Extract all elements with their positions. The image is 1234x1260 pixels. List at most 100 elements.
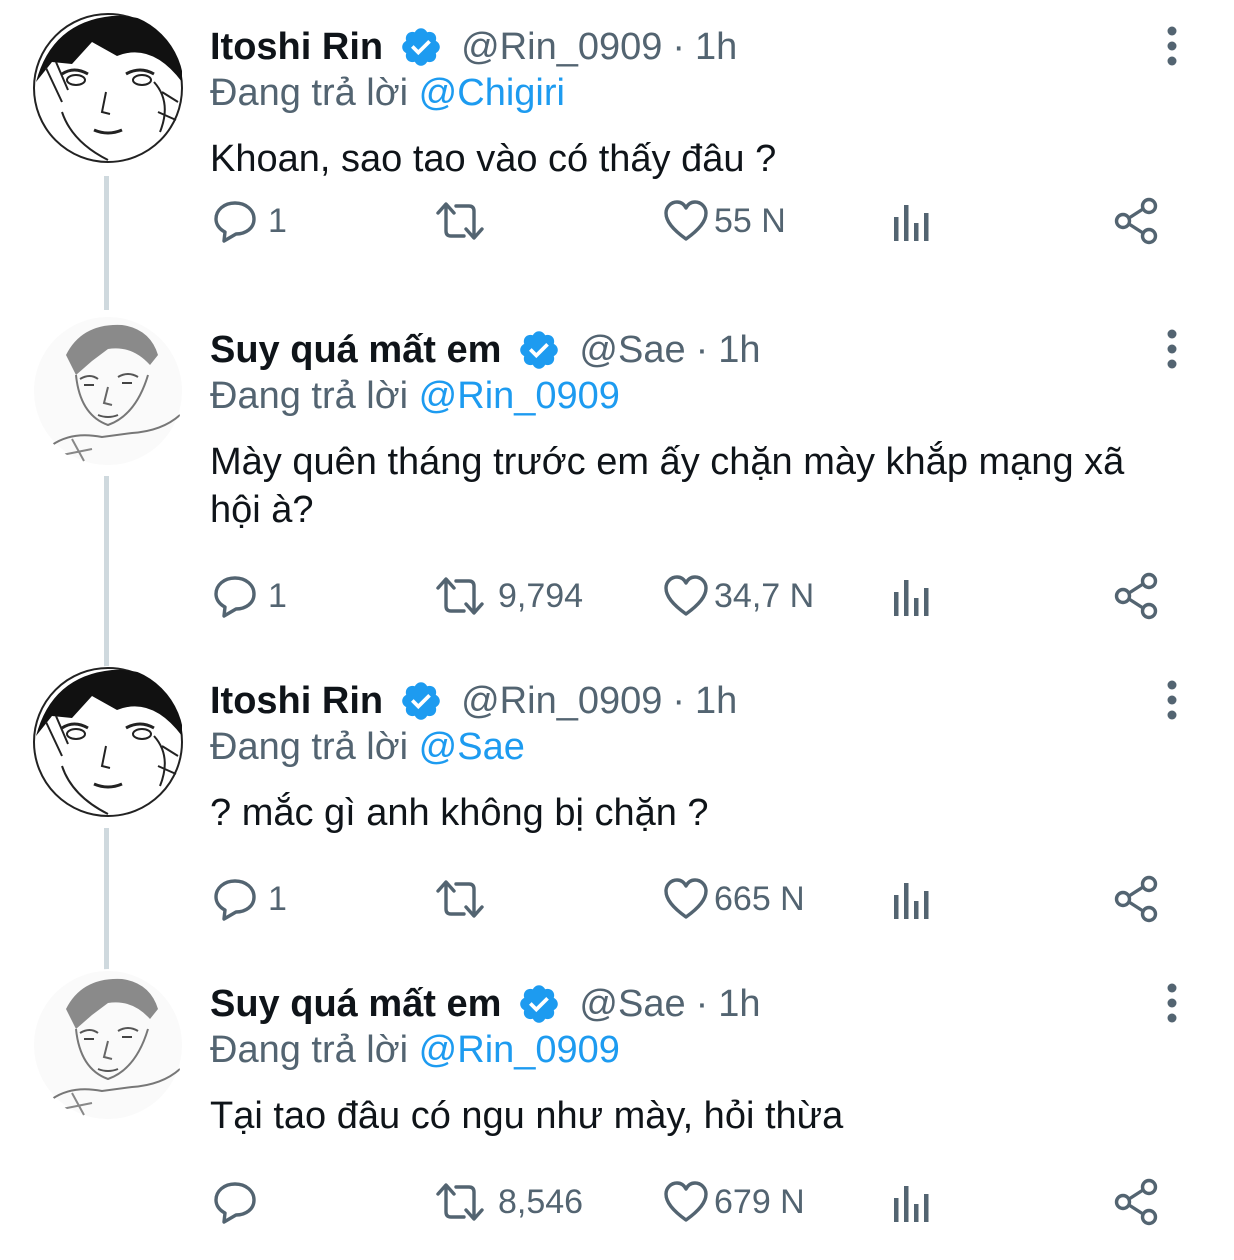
like-button[interactable]: 679 N: [662, 1177, 805, 1227]
retweet-count: 8,546: [498, 1182, 584, 1221]
retweet-button[interactable]: 9,794: [432, 571, 583, 621]
tweet-text: ? mắc gì anh không bị chặn ?: [210, 792, 709, 834]
like-count: 679 N: [714, 1182, 805, 1221]
retweet-count: 9,794: [498, 576, 584, 615]
share-button[interactable]: [1112, 571, 1162, 621]
views-chart-icon: [894, 580, 929, 616]
reply-icon: [214, 1182, 256, 1224]
replying-to-label: Đang trả lời: [210, 726, 409, 768]
retweet-icon: [436, 202, 484, 240]
reply-button[interactable]: 1: [212, 874, 287, 924]
reply-icon: [214, 879, 256, 921]
more-options-icon[interactable]: [1160, 981, 1184, 1025]
avatar[interactable]: [32, 666, 184, 818]
retweet-button[interactable]: [432, 196, 498, 246]
tweet-actions: 1 665 N: [0, 874, 1234, 924]
views-button[interactable]: [890, 1177, 934, 1227]
reply-icon: [214, 576, 256, 618]
like-button[interactable]: 34,7 N: [662, 571, 814, 621]
timestamp[interactable]: 1h: [695, 680, 737, 723]
views-chart-icon: [894, 1186, 929, 1222]
share-icon: [1114, 572, 1158, 620]
share-button[interactable]: [1112, 1177, 1162, 1227]
replying-to: Đang trả lời @Chigiri: [210, 72, 565, 115]
more-options-icon[interactable]: [1160, 327, 1184, 371]
like-button[interactable]: 665 N: [662, 874, 805, 924]
reply-mention-link[interactable]: @Chigiri: [419, 72, 565, 114]
reply-mention-link[interactable]: @Rin_0909: [419, 375, 620, 417]
views-button[interactable]: [890, 874, 934, 924]
tweet-text: Khoan, sao tao vào có thấy đâu ?: [210, 138, 777, 180]
views-chart-icon: [894, 205, 929, 241]
share-button[interactable]: [1112, 196, 1162, 246]
retweet-icon: [436, 1183, 484, 1221]
like-button[interactable]: 55 N: [662, 196, 786, 246]
handle[interactable]: @Sae: [579, 983, 685, 1026]
views-button[interactable]: [890, 196, 934, 246]
heart-icon: [664, 200, 708, 241]
share-icon: [1114, 197, 1158, 245]
reply-count: 1: [268, 201, 287, 240]
handle[interactable]: @Rin_0909: [461, 26, 662, 69]
like-count: 34,7 N: [714, 576, 815, 615]
tweet-header: Suy quá mất em @Sae · 1h: [210, 325, 761, 375]
reply-mention-link[interactable]: @Rin_0909: [419, 1029, 620, 1071]
more-options-icon[interactable]: [1160, 24, 1184, 68]
like-count: 665 N: [714, 879, 805, 918]
more-options-icon[interactable]: [1160, 678, 1184, 722]
verified-icon: [402, 682, 440, 720]
tweet-actions: 8,546 679 N: [0, 1177, 1234, 1227]
avatar-sae-image: [34, 971, 182, 1119]
handle[interactable]: @Rin_0909: [461, 680, 662, 723]
timestamp[interactable]: 1h: [718, 329, 760, 372]
avatar-rin-image: [33, 13, 183, 163]
tweet-text: Tại tao đâu có ngu như mày, hỏi thừa: [210, 1095, 844, 1137]
tweet[interactable]: Suy quá mất em @Sae · 1h Đang trả lời @R…: [0, 303, 1234, 620]
avatar-sae-image: [34, 317, 182, 465]
replying-to: Đang trả lời @Rin_0909: [210, 1029, 620, 1072]
reply-button[interactable]: 1: [212, 571, 287, 621]
share-icon: [1114, 1178, 1158, 1226]
display-name[interactable]: Suy quá mất em: [210, 983, 501, 1026]
reply-button[interactable]: 1: [212, 196, 287, 246]
display-name[interactable]: Itoshi Rin: [210, 26, 383, 69]
tweet-actions: 1 55 N: [0, 196, 1234, 246]
avatar[interactable]: [32, 12, 184, 164]
handle[interactable]: @Sae: [579, 329, 685, 372]
retweet-icon: [436, 577, 484, 615]
reply-count: 1: [268, 576, 287, 615]
separator: ·: [695, 982, 709, 1025]
avatar[interactable]: [32, 969, 184, 1121]
display-name[interactable]: Suy quá mất em: [210, 329, 501, 372]
tweet[interactable]: Suy quá mất em @Sae · 1h Đang trả lời @R…: [0, 957, 1234, 1260]
heart-icon: [664, 1181, 708, 1222]
tweet[interactable]: Itoshi Rin @Rin_0909 · 1h Đang trả lời @…: [0, 654, 1234, 957]
tweet-header: Itoshi Rin @Rin_0909 · 1h: [210, 22, 737, 72]
avatar[interactable]: [32, 315, 184, 467]
replying-to-label: Đang trả lời: [210, 72, 409, 114]
tweet-header: Suy quá mất em @Sae · 1h: [210, 979, 761, 1029]
separator: ·: [672, 679, 686, 722]
display-name[interactable]: Itoshi Rin: [210, 680, 383, 723]
like-count: 55 N: [714, 201, 786, 240]
replying-to-label: Đang trả lời: [210, 1029, 409, 1071]
views-button[interactable]: [890, 571, 934, 621]
replying-to: Đang trả lời @Rin_0909: [210, 375, 620, 418]
tweet[interactable]: Itoshi Rin @Rin_0909 · 1h Đang trả lời @…: [0, 0, 1234, 303]
reply-icon: [214, 201, 256, 243]
timestamp[interactable]: 1h: [695, 26, 737, 69]
reply-count: 1: [268, 879, 287, 918]
share-icon: [1114, 875, 1158, 923]
timestamp[interactable]: 1h: [718, 983, 760, 1026]
retweet-button[interactable]: [432, 874, 498, 924]
retweet-button[interactable]: 8,546: [432, 1177, 583, 1227]
retweet-icon: [436, 880, 484, 918]
tweet-header: Itoshi Rin @Rin_0909 · 1h: [210, 676, 737, 726]
replying-to-label: Đang trả lời: [210, 375, 409, 417]
heart-icon: [664, 878, 708, 919]
reply-mention-link[interactable]: @Sae: [419, 726, 525, 768]
avatar-rin-image: [33, 667, 183, 817]
verified-icon: [402, 28, 440, 66]
reply-button[interactable]: [212, 1177, 268, 1227]
share-button[interactable]: [1112, 874, 1162, 924]
